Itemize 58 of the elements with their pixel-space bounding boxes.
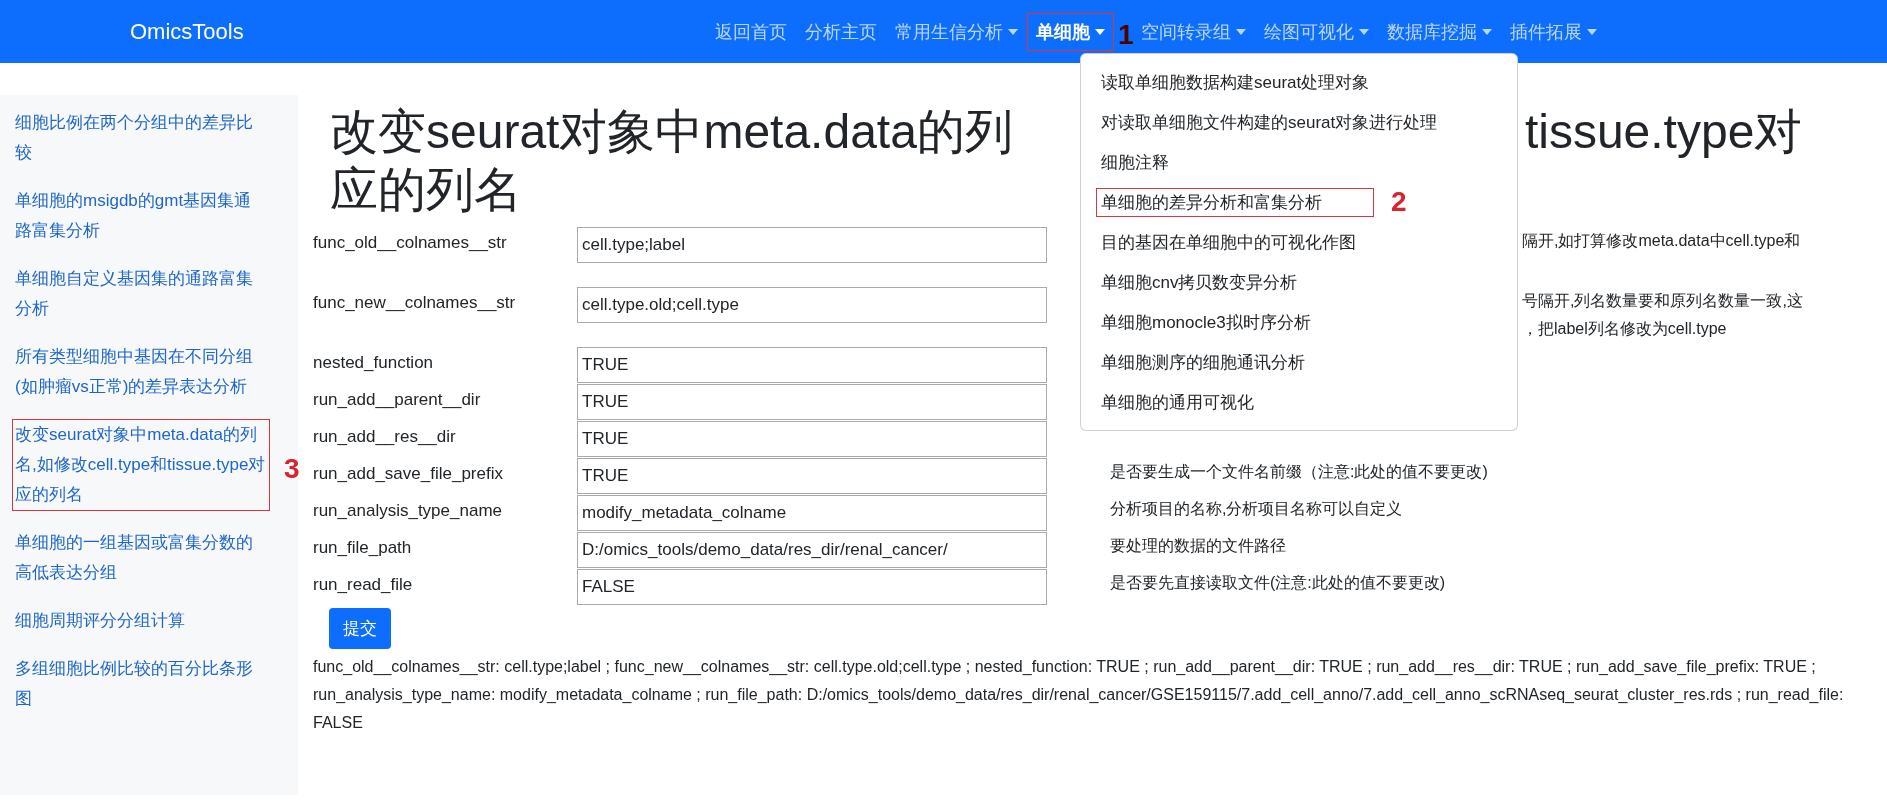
field-description: 是否要先直接读取文件(注意:此处的值不要更改): [1110, 573, 1447, 593]
annotation-number: 3: [284, 455, 300, 483]
annotation-number: 2: [1391, 188, 1407, 216]
menu-item[interactable]: 单细胞的通用可视化: [1096, 387, 1259, 417]
input-field[interactable]: cell.type.old;cell.type: [577, 287, 1047, 323]
menu-item[interactable]: 单细胞的差异分析和富集分析: [1096, 187, 1374, 217]
annotation-number: 1: [1118, 20, 1134, 49]
field-label: func_new__colnames__str: [313, 292, 517, 314]
page-title: 应的列名: [330, 162, 522, 218]
nav-link[interactable]: 单细胞: [1026, 12, 1114, 51]
input-field[interactable]: FALSE: [577, 569, 1047, 605]
input-field[interactable]: TRUE: [577, 347, 1047, 383]
input-field[interactable]: D:/omics_tools/demo_data/res_dir/renal_cancer/: [577, 532, 1047, 568]
caret-icon: [1358, 28, 1369, 35]
caret-icon: [1481, 28, 1492, 35]
field-description: ，把label列名修改为cell.type: [1522, 319, 1728, 339]
input-field[interactable]: TRUE: [577, 384, 1047, 420]
sidebar-link[interactable]: 单细胞的msigdb的gmt基因集通路富集分析: [12, 185, 270, 247]
sidebar-link[interactable]: 改变seurat对象中meta.data的列名,如修改cell.type和tissue.type对应的列名: [12, 419, 270, 511]
field-description: 号隔开,列名数量要和原列名数量一致,这: [1522, 291, 1804, 311]
menu-item[interactable]: 单细胞monocle3拟时序分析: [1096, 307, 1316, 337]
caret-icon: [1586, 28, 1597, 35]
brand-logo[interactable]: OmicsTools: [130, 18, 244, 45]
sidebar-link[interactable]: 细胞比例在两个分组中的差异比较: [12, 107, 270, 169]
caret-icon: [1094, 28, 1105, 35]
caret-icon: [1007, 28, 1018, 35]
field-label: run_add__parent__dir: [313, 389, 482, 411]
summary-text: func_old__colnames__str: cell.type;label ; func_new__colnames__str: cell.type.old;cell.type ; nested_function: TRUE ; run_add__parent__dir: TRUE ; run_add__res__dir: TRUE ; run_add_save_file_prefix: TRUE ; run_analysis_type_name: modify_metadata_colname ; run_file_path: D:/omics_tools/demo_data/res_dir/renal_cancer/GSE159115/7.add_cell_anno/7.add_cell_anno_scRNAseq_seurat_cluster_res.rds ; run_read_file: FALSE: [313, 657, 1845, 733]
sidebar-link[interactable]: 所有类型细胞中基因在不同分组(如肿瘤vs正常)的差异表达分析: [12, 341, 270, 403]
page-title: 改变seurat对象中meta.data的列: [330, 104, 1013, 160]
field-description: 是否要生成一个文件名前缀（注意:此处的值不要更改): [1110, 462, 1489, 482]
menu-item[interactable]: 目的基因在单细胞中的可视化作图: [1096, 227, 1361, 257]
sidebar-link[interactable]: 单细胞的一组基因或富集分数的高低表达分组: [12, 527, 270, 589]
menu-item[interactable]: 读取单细胞数据构建seurat处理对象: [1096, 67, 1375, 97]
sidebar-link[interactable]: 单细胞自定义基因集的通路富集分析: [12, 263, 270, 325]
field-label: run_analysis_type_name: [313, 500, 503, 522]
input-field[interactable]: modify_metadata_colname: [577, 495, 1047, 531]
field-label: run_file_path: [313, 537, 413, 559]
sidebar-link[interactable]: 多组细胞比例比较的百分比条形图: [12, 653, 270, 715]
field-description: 隔开,如打算修改meta.data中cell.type和: [1522, 231, 1802, 251]
input-field[interactable]: TRUE: [577, 421, 1047, 457]
page-title: tissue.type对: [1524, 104, 1803, 160]
field-description: 分析项目的名称,分析项目名称可以自定义: [1110, 499, 1404, 519]
input-field[interactable]: TRUE: [577, 458, 1047, 494]
field-label: run_read_file: [313, 574, 414, 596]
menu-item[interactable]: 单细胞cnv拷贝数变异分析: [1096, 267, 1303, 297]
menu-item[interactable]: 对读取单细胞文件构建的seurat对象进行处理: [1096, 107, 1443, 137]
field-label: nested_function: [313, 352, 435, 374]
caret-icon: [1235, 28, 1246, 35]
field-label: run_add__res__dir: [313, 426, 457, 448]
input-field[interactable]: cell.type;label: [577, 227, 1047, 263]
field-label: run_add_save_file_prefix: [313, 463, 504, 485]
sidebar-link[interactable]: 细胞周期评分分组计算: [12, 605, 270, 637]
menu-item[interactable]: 细胞注释: [1096, 147, 1174, 177]
submit-button[interactable]: 提交: [329, 608, 391, 649]
field-description: 要处理的数据的文件路径: [1110, 536, 1287, 556]
field-label: func_old__colnames__str: [313, 232, 508, 254]
menu-item[interactable]: 单细胞测序的细胞通讯分析: [1096, 347, 1310, 377]
